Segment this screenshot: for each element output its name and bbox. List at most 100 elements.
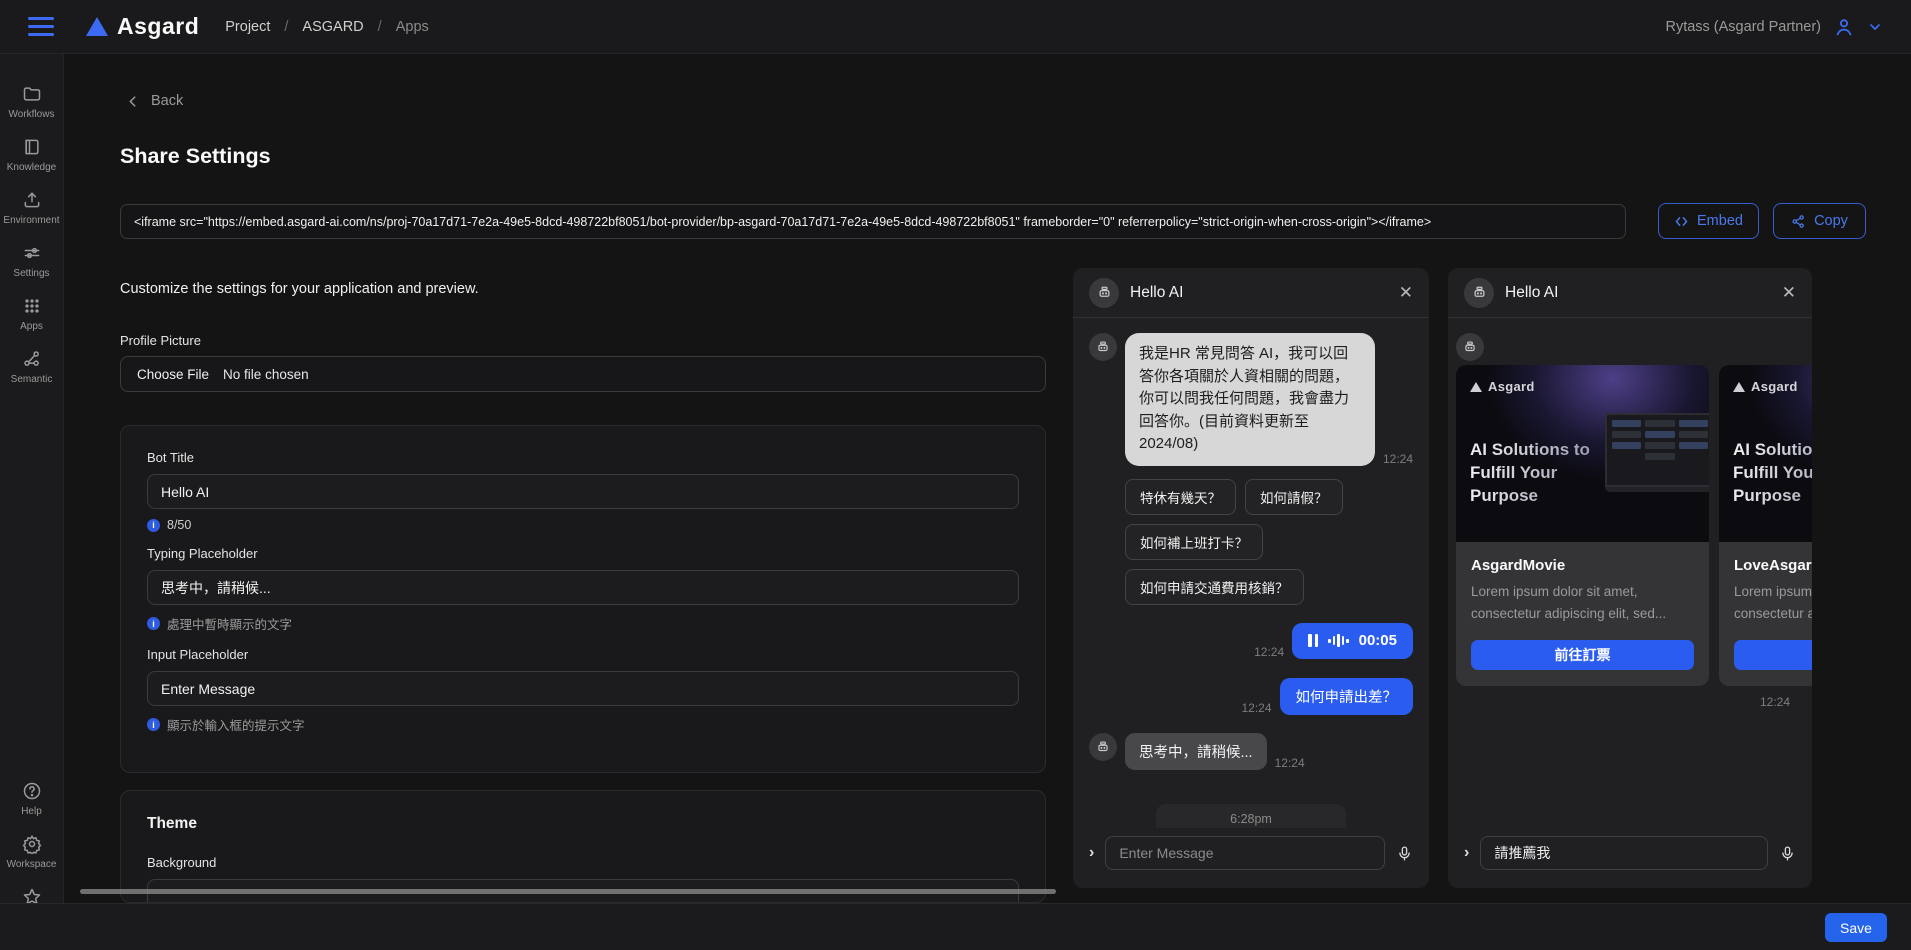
bottom-action-bar: Save [0,903,1911,950]
bot-message-row: 我是HR 常見問答 AI，我可以回答你各項關於人資相關的問題，你可以問我任何問題… [1089,333,1413,466]
robot-icon [1472,285,1487,300]
sidebar-item-knowledge[interactable]: Knowledge [0,137,64,173]
sidebar-item-environment[interactable]: Environment [0,190,64,226]
carousel-card[interactable]: Asgard AI Solutions to Fulfill Your Purp… [1719,365,1812,686]
info-icon [147,519,160,532]
chevron-right-icon[interactable]: › [1464,844,1469,862]
bot-title-label: Bot Title [147,450,1019,465]
back-label: Back [151,93,183,109]
back-button[interactable]: Back [126,93,183,109]
close-icon[interactable]: ✕ [1782,284,1796,301]
help-circle-icon [22,781,42,801]
sidebar-item-workflows[interactable]: Workflows [0,84,64,120]
asgard-logo[interactable]: Asgard [86,13,199,40]
file-status-text: No file chosen [223,367,309,382]
breadcrumb-asgard[interactable]: ASGARD [302,19,363,35]
quick-reply-chip[interactable]: 如何請假？ [1245,479,1343,515]
left-sidebar: Workflows Knowledge Environment Settings… [0,54,64,950]
chat2-header: Hello AI ✕ [1448,268,1812,318]
bot-avatar [1456,333,1484,361]
input-placeholder-helper: 顯示於輸入框的提示文字 [147,715,1019,734]
bot-settings-card: Bot Title 8/50 Typing Placeholder 處理中暫時顯… [120,425,1046,773]
card-description: Lorem ipsum dolor sit amet, consectetur … [1471,581,1694,625]
bot-title-input[interactable] [147,474,1019,509]
embed-button[interactable]: Embed [1658,203,1759,239]
chat1-message-input[interactable] [1105,836,1385,870]
chevron-right-icon[interactable]: › [1089,844,1094,862]
user-name-label: Rytass (Asgard Partner) [1665,19,1821,35]
copy-button[interactable]: Copy [1773,203,1866,239]
breadcrumb-separator: / [284,19,288,35]
typing-placeholder-label: Typing Placeholder [147,546,1019,561]
card-action-button[interactable]: 前往訂票 [1471,640,1694,670]
hero-brand: Asgard [1470,379,1535,394]
typing-placeholder-input[interactable] [147,570,1019,605]
bot-typing-bubble: 思考中，請稍候... [1125,733,1267,770]
chat-preview-panel-1: Hello AI ✕ 我是HR 常見問答 AI，我可以回答你各項關於人資相關的問… [1073,268,1429,888]
robot-icon [1096,740,1110,754]
card-body: AsgardMovie Lorem ipsum dolor sit amet, … [1456,542,1709,686]
profile-picture-file-input[interactable]: Choose File No file chosen [120,356,1046,392]
chat2-message-input[interactable] [1480,836,1768,870]
microphone-icon[interactable] [1396,845,1413,862]
app-window: Asgard Project / ASGARD / Apps Rytass (A… [0,0,1911,950]
breadcrumb-project[interactable]: Project [225,19,270,35]
quick-reply-chip[interactable]: 如何補上班打卡？ [1125,524,1263,560]
info-icon [147,617,160,630]
robot-icon [1097,285,1112,300]
card-carousel: Asgard AI Solutions to Fulfill Your Purp… [1456,365,1812,686]
choose-file-button[interactable]: Choose File [137,367,209,382]
grid-dots-icon [22,296,42,316]
card-title: LoveAsgard [1734,557,1812,574]
sidebar-item-settings[interactable]: Settings [0,243,64,279]
hamburger-menu-icon[interactable] [28,17,54,36]
close-icon[interactable]: ✕ [1399,284,1413,301]
chevron-left-icon [126,94,141,109]
chat2-title: Hello AI [1505,284,1558,302]
bot-avatar [1089,733,1117,761]
pause-icon[interactable] [1308,634,1318,647]
waveform-icon [1328,634,1349,647]
chat1-input-bar: › [1073,828,1429,888]
message-timestamp: 12:24 [1383,452,1413,466]
chat-preview-panel-2: Hello AI ✕ Asgard AI Solutions to Fulfil… [1448,268,1812,888]
sidebar-item-help[interactable]: Help [0,781,64,817]
sidebar-item-semantic[interactable]: Semantic [0,349,64,385]
upload-icon [22,190,42,210]
horizontal-scrollbar[interactable] [80,889,1056,894]
logo-triangle-icon [1470,382,1482,392]
sidebar-item-workspace[interactable]: Workspace [0,834,64,870]
quick-reply-chip[interactable]: 如何申請交通費用核銷？ [1125,569,1304,605]
input-placeholder-input[interactable] [147,671,1019,706]
chat1-messages: 我是HR 常見問答 AI，我可以回答你各項關於人資相關的問題，你可以問我任何問題… [1073,318,1429,828]
user-avatar-icon[interactable] [1833,16,1855,38]
bot-avatar [1089,333,1117,361]
audio-message-bubble[interactable]: 00:05 [1292,623,1413,659]
message-timestamp: 12:24 [1275,756,1305,770]
bot-avatar [1089,278,1119,308]
card-hero-image: Asgard AI Solutions to Fulfill Your Purp… [1456,365,1709,542]
card-action-button[interactable]: 前往訂票 [1734,640,1812,670]
quick-reply-chip[interactable]: 特休有幾天？ [1125,479,1236,515]
bot-message-bubble: 我是HR 常見問答 AI，我可以回答你各項關於人資相關的問題，你可以問我任何問題… [1125,333,1375,466]
info-icon [147,718,160,731]
sidebar-item-apps[interactable]: Apps [0,296,64,332]
bot-title-counter-row: 8/50 [147,518,1019,532]
sliders-icon [22,243,42,263]
card-description: Lorem ipsum dolor sit amet, consectetur … [1734,581,1812,625]
save-button[interactable]: Save [1825,913,1887,942]
logo-text: Asgard [117,13,199,40]
page-title: Share Settings [120,144,271,169]
system-message: 6:28pm You unsent an message [1156,804,1346,829]
chevron-down-icon[interactable] [1867,19,1883,35]
card-body: LoveAsgard Lorem ipsum dolor sit amet, c… [1719,542,1812,686]
embed-code-input[interactable] [120,204,1626,239]
microphone-icon[interactable] [1779,845,1796,862]
carousel-card[interactable]: Asgard AI Solutions to Fulfill Your Purp… [1456,365,1709,686]
system-message-time: 6:28pm [1176,812,1326,826]
bot-avatar [1464,278,1494,308]
profile-picture-label: Profile Picture [120,333,201,348]
hero-brand: Asgard [1733,379,1798,394]
typing-placeholder-helper: 處理中暫時顯示的文字 [147,614,1019,633]
breadcrumb-apps: Apps [396,19,429,35]
